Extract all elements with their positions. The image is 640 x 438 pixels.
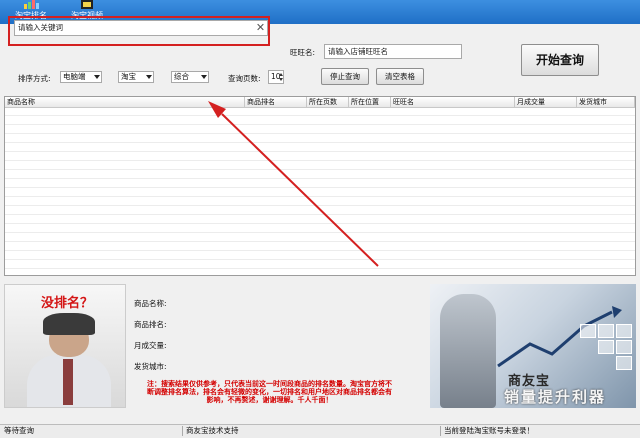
pages-stepper[interactable]: 10 bbox=[268, 70, 284, 84]
promo-slogan: 销量提升利器 bbox=[504, 388, 607, 406]
chevron-down-icon bbox=[94, 75, 100, 79]
growth-arrow-icon bbox=[497, 306, 622, 368]
status-divider bbox=[182, 426, 183, 436]
detail-label-sales: 月成交量: bbox=[134, 341, 167, 350]
clear-table-button[interactable]: 清空表格 bbox=[376, 68, 424, 85]
person-tie bbox=[63, 359, 73, 405]
video-icon bbox=[81, 0, 93, 9]
businessman-figure bbox=[440, 294, 496, 408]
sort-platform-value: 淘宝 bbox=[121, 72, 136, 81]
column-header[interactable]: 商品排名 bbox=[245, 97, 307, 107]
stepper-down-icon[interactable] bbox=[279, 78, 283, 81]
sort-device-select[interactable]: 电脑端 bbox=[60, 71, 102, 83]
status-support: 商友宝技术支持 bbox=[186, 426, 239, 435]
decor-tile bbox=[616, 324, 632, 338]
ad-left-title: 没排名？ bbox=[41, 296, 94, 311]
decor-tile bbox=[616, 340, 632, 354]
decor-tile bbox=[616, 356, 632, 370]
detail-label-city: 发货城市: bbox=[134, 362, 167, 371]
sort-order-select[interactable]: 综合 bbox=[171, 71, 209, 83]
detail-label-rank: 商品排名: bbox=[134, 320, 167, 329]
start-query-button[interactable]: 开始查询 bbox=[521, 44, 599, 76]
bar-chart-icon bbox=[24, 0, 39, 9]
status-divider bbox=[440, 426, 441, 436]
shop-name-input[interactable]: 请输入店铺旺旺名 bbox=[324, 44, 462, 59]
sort-order-value: 综合 bbox=[174, 72, 189, 81]
chevron-down-icon bbox=[201, 75, 207, 79]
keyword-input[interactable]: 请输入关键词 bbox=[14, 20, 268, 36]
no-ranking-ad-image: 没排名？ bbox=[4, 284, 126, 408]
column-header[interactable]: 月成交量 bbox=[515, 97, 577, 107]
decor-tile bbox=[580, 324, 596, 338]
column-header[interactable]: 所在位置 bbox=[349, 97, 391, 107]
status-query: 等待查询 bbox=[4, 426, 34, 435]
column-header[interactable]: 商品名称 bbox=[5, 97, 245, 107]
promo-banner[interactable]: 商友宝 销量提升利器 bbox=[430, 284, 636, 408]
column-header[interactable]: 旺旺名 bbox=[391, 97, 515, 107]
decor-tile bbox=[598, 324, 614, 338]
status-bar: 等待查询 商友宝技术支持 当前登陆淘宝账号未登录！ bbox=[0, 424, 640, 438]
shop-label: 旺旺名: bbox=[290, 48, 316, 57]
decor-tile bbox=[598, 340, 614, 354]
sort-platform-select[interactable]: 淘宝 bbox=[118, 71, 154, 83]
clear-keyword-icon[interactable]: ✕ bbox=[254, 21, 267, 34]
person-hands bbox=[43, 313, 95, 335]
column-header[interactable]: 所在页数 bbox=[307, 97, 349, 107]
status-login: 当前登陆淘宝账号未登录！ bbox=[444, 426, 534, 435]
chevron-down-icon bbox=[146, 75, 152, 79]
pages-label: 查询页数: bbox=[228, 74, 261, 83]
disclaimer-note: 注：搜索结果仅供参考，只代表当前这一时间段商品的排名数量。淘宝官方将不断调整排名… bbox=[147, 380, 392, 404]
stop-query-button[interactable]: 停止查询 bbox=[321, 68, 369, 85]
results-table[interactable]: 商品名称 商品排名 所在页数 所在位置 旺旺名 月成交量 发货城市 bbox=[4, 96, 636, 276]
table-body bbox=[5, 107, 635, 275]
sort-label: 排序方式: bbox=[18, 74, 51, 83]
column-header[interactable]: 发货城市 bbox=[577, 97, 635, 107]
detail-label-name: 商品名称: bbox=[134, 299, 167, 308]
sort-device-value: 电脑端 bbox=[63, 72, 86, 81]
stepper-up-icon[interactable] bbox=[279, 73, 283, 76]
